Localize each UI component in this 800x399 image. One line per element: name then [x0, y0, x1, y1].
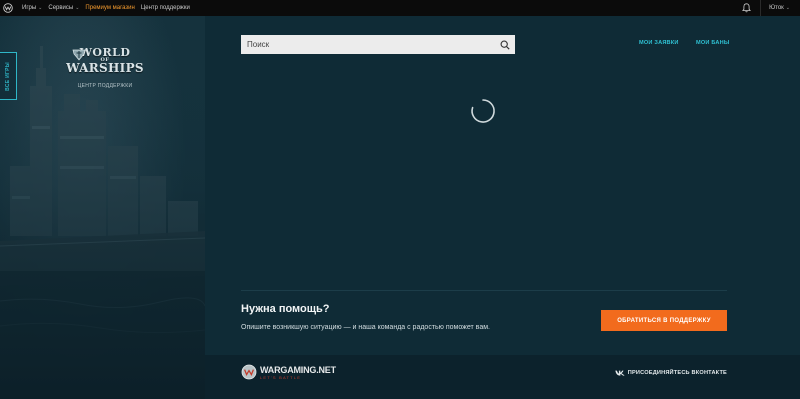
bell-icon[interactable] — [738, 0, 754, 16]
all-games-tab[interactable]: ВСЕ ИГРЫ — [0, 52, 17, 100]
top-navigation-bar: Игры ⌄ Сервисы ⌄ Премиум магазин Центр п… — [0, 0, 800, 16]
footer: WARGAMING.NET LET'S BATTLE ПРИСОЕДИНЯЙТЕ… — [205, 355, 800, 399]
nav-games-label: Игры — [22, 5, 37, 11]
vk-join-link[interactable]: ПРИСОЕДИНЯЙТЕСЬ ВКОНТАКТЕ — [615, 370, 727, 376]
wargaming-brand-link[interactable]: WARGAMING.NET LET'S BATTLE — [241, 364, 336, 380]
all-games-label: ВСЕ ИГРЫ — [5, 61, 11, 91]
user-menu[interactable]: Юток ⌄ — [761, 5, 800, 11]
wargaming-globe-icon — [241, 364, 257, 380]
chevron-down-icon: ⌄ — [75, 5, 80, 11]
nav-premium-shop[interactable]: Премиум магазин — [85, 5, 134, 11]
world-of-warships-logo[interactable]: WORLD OF WARSHIPS ЦЕНТР ПОДДЕРЖКИ — [66, 47, 143, 89]
nav-support-center[interactable]: Центр поддержки — [141, 5, 190, 11]
warship-background-art: ВСЕ ИГРЫ WORLD OF WARSHIPS ЦЕНТР ПОДДЕРЖ… — [0, 16, 205, 399]
topbar-right: Юток ⌄ — [738, 0, 800, 16]
chevron-down-icon: ⌄ — [785, 5, 790, 11]
chevron-down-icon: ⌄ — [38, 5, 43, 11]
wargaming-globe-icon[interactable] — [0, 0, 16, 16]
my-bans-link[interactable]: МОИ БАНЫ — [696, 40, 730, 46]
brand-name: WARGAMING.NET — [260, 364, 336, 375]
nav-premium-shop-label: Премиум магазин — [85, 5, 135, 11]
contact-support-button[interactable]: ОБРАТИТЬСЯ В ПОДДЕРЖКУ — [601, 310, 727, 331]
user-name: Юток — [769, 5, 784, 11]
nav-services[interactable]: Сервисы ⌄ — [48, 5, 79, 11]
vk-join-label: ПРИСОЕДИНЯЙТЕСЬ ВКОНТАКТЕ — [627, 370, 727, 376]
anchor-emblem-icon — [72, 49, 86, 61]
nav-games[interactable]: Игры ⌄ — [22, 5, 42, 11]
search-box — [241, 35, 515, 54]
nav-services-label: Сервисы — [48, 5, 74, 11]
logo-line-warships: WARSHIPS — [66, 61, 144, 76]
main-content: МОИ ЗАЯВКИ МОИ БАНЫ Нужна помощь? Опишит… — [205, 16, 800, 355]
vk-icon — [615, 370, 625, 376]
nav-support-center-label: Центр поддержки — [140, 5, 190, 11]
spinner-icon — [471, 99, 495, 123]
search-input[interactable] — [241, 35, 495, 54]
my-requests-link[interactable]: МОИ ЗАЯВКИ — [639, 40, 679, 46]
support-center-caption: ЦЕНТР ПОДДЕРЖКИ — [77, 82, 133, 89]
wargaming-brand-text: WARGAMING.NET LET'S BATTLE — [260, 365, 336, 380]
search-icon[interactable] — [495, 35, 515, 54]
brand-slogan: LET'S BATTLE — [260, 374, 302, 380]
